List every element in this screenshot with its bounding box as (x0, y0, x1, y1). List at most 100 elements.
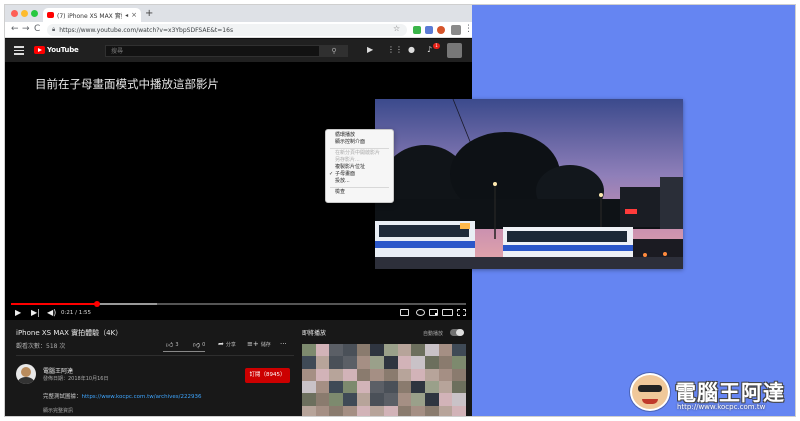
youtube-logo[interactable]: YouTube (34, 46, 79, 54)
url-input[interactable]: 🔒︎ https://www.youtube.com/watch?v=x3Ybp… (47, 24, 407, 36)
search-input[interactable] (105, 45, 320, 57)
context-menu-item-label: 檢查 (335, 189, 346, 195)
thumbnail-pixel (370, 344, 384, 357)
youtube-favicon-icon (47, 12, 54, 18)
thumbnail-pixel (315, 393, 330, 406)
watch-info: iPhone XS MAX 實拍體驗（4K） 觀看次數：518 次 👍︎ 3 👎︎… (5, 320, 472, 416)
thumbnail-pixel (438, 405, 453, 416)
messages-icon[interactable]: ● (408, 45, 415, 55)
like-button[interactable]: 👍︎ 3 (166, 340, 179, 349)
window-maximize-button[interactable] (31, 10, 38, 17)
description-link[interactable]: https://www.kocpc.com.tw/archives/222936 (82, 394, 202, 400)
thumbnail-pixel (384, 356, 398, 369)
thumbnail-pixel (425, 356, 439, 369)
settings-gear-icon[interactable] (416, 309, 425, 316)
bell-icon[interactable]: ♪ (427, 45, 432, 55)
context-menu-item-label: 投放... (335, 178, 350, 184)
next-icon[interactable]: ▶| (31, 308, 40, 318)
thumbnail-pixel (302, 344, 316, 357)
share-arrow-icon: ➦ (218, 340, 224, 348)
subscribe-button[interactable]: 訂閱（8945） (245, 368, 290, 383)
recommended-thumbnails-blurred[interactable] (302, 344, 466, 416)
pip-video-window[interactable] (375, 99, 683, 269)
context-menu-item-label: 顯示控制介面 (335, 139, 366, 145)
more-actions-button[interactable]: ··· (280, 340, 287, 348)
thumbnail-pixel (370, 356, 384, 369)
forward-button[interactable]: → (22, 24, 30, 35)
lock-icon: 🔒︎ (52, 26, 56, 33)
context-menu-item[interactable]: 顯示控制介面 (326, 139, 393, 146)
checkmark-icon: ✓ (329, 171, 334, 177)
dislike-count: 0 (202, 341, 206, 348)
watermark-url: http://www.kocpc.com.tw (677, 403, 766, 411)
thumbnail-pixel (452, 380, 466, 394)
context-menu-item[interactable]: 檢查 (326, 189, 393, 196)
thumbnail-pixel (411, 344, 425, 357)
theater-mode-icon[interactable] (442, 309, 453, 316)
create-video-icon[interactable]: ▶︎ (367, 45, 373, 55)
url-text: https://www.youtube.com/watch?v=x3YbpSDF… (59, 26, 234, 34)
extension-line-icon[interactable] (413, 26, 421, 34)
bookmark-star-icon[interactable]: ☆ (393, 24, 400, 33)
new-tab-button[interactable]: + (145, 8, 153, 20)
extension-translate-icon[interactable] (425, 26, 433, 34)
menu-separator (330, 186, 389, 188)
play-icon[interactable]: ▶ (15, 308, 21, 318)
thumbnail-pixel (302, 405, 316, 416)
thumbnail-pixel (411, 380, 425, 394)
volume-icon[interactable]: ◀) (47, 308, 56, 318)
thumbnail-pixel (397, 405, 412, 416)
channel-avatar[interactable] (16, 364, 36, 384)
progress-bar[interactable] (11, 301, 466, 307)
browser-tab[interactable]: (7) iPhone XS MAX 實拍體驗 ◂ × (43, 8, 141, 22)
context-menu-item[interactable]: ✓ 子母畫面 (326, 171, 393, 178)
fullscreen-icon[interactable] (457, 309, 466, 316)
thumbnail-pixel (329, 405, 343, 416)
thumbnail-pixel (343, 344, 357, 357)
channel-name[interactable]: 電腦王阿達 (43, 366, 73, 375)
window-close-button[interactable] (11, 10, 18, 17)
thumbnail-pixel (384, 405, 398, 416)
share-button[interactable]: ➦ 分享 (218, 340, 236, 348)
description-prefix: 完整測試圖據： (43, 394, 82, 400)
thumbnail-pixel (356, 393, 371, 406)
thumbnail-pixel (343, 368, 357, 381)
thumbnail-pixel (438, 380, 453, 394)
miniplayer-icon[interactable] (429, 309, 438, 316)
tab-bar: (7) iPhone XS MAX 實拍體驗 ◂ × + (5, 5, 472, 22)
show-more-link[interactable]: 顯示完整資訊 (43, 407, 73, 414)
user-avatar[interactable] (447, 43, 462, 58)
dislike-button[interactable]: 👎︎ 0 (193, 340, 205, 349)
thumbnail-pixel (370, 368, 384, 381)
context-menu-item[interactable]: 複製影片位址 (326, 164, 393, 171)
thumbnail-pixel (397, 368, 412, 381)
thumbnail-pixel (438, 368, 453, 381)
thumbnail-pixel (425, 405, 439, 416)
hamburger-menu-icon[interactable] (14, 46, 24, 57)
context-menu-item-label: 在新分頁中開啟影片 (335, 150, 381, 156)
thumbnail-pixel (438, 344, 453, 357)
reload-button[interactable]: C (34, 24, 40, 35)
thumbnail-pixel (397, 380, 412, 394)
browser-menu-icon[interactable]: ⋮ (464, 24, 472, 34)
subtitles-icon[interactable] (400, 309, 409, 316)
thumbnail-pixel (343, 356, 357, 369)
context-menu-item[interactable]: 循環播放 (326, 132, 393, 139)
progress-scrubber[interactable] (94, 301, 101, 307)
tab-close-icon[interactable]: × (131, 11, 137, 19)
extension-record-icon[interactable] (437, 26, 445, 34)
search-button[interactable]: ⚲ (320, 45, 348, 57)
speaker-icon[interactable]: ◂ (125, 12, 128, 19)
save-button[interactable]: ≡+ 儲存 (247, 340, 271, 348)
youtube-logo-text: YouTube (47, 46, 79, 54)
back-button[interactable]: ← (11, 24, 19, 35)
apps-grid-icon[interactable]: ⋮⋮ (387, 45, 403, 55)
thumbnail-pixel (397, 356, 412, 369)
profile-avatar[interactable] (451, 25, 461, 35)
sentiment-bar (163, 351, 205, 352)
pip-video-frame (375, 99, 683, 269)
autoplay-toggle[interactable] (450, 329, 464, 336)
context-menu-item[interactable]: 投放... (326, 178, 393, 185)
window-minimize-button[interactable] (21, 10, 28, 17)
thumbnail-pixel (370, 405, 384, 416)
